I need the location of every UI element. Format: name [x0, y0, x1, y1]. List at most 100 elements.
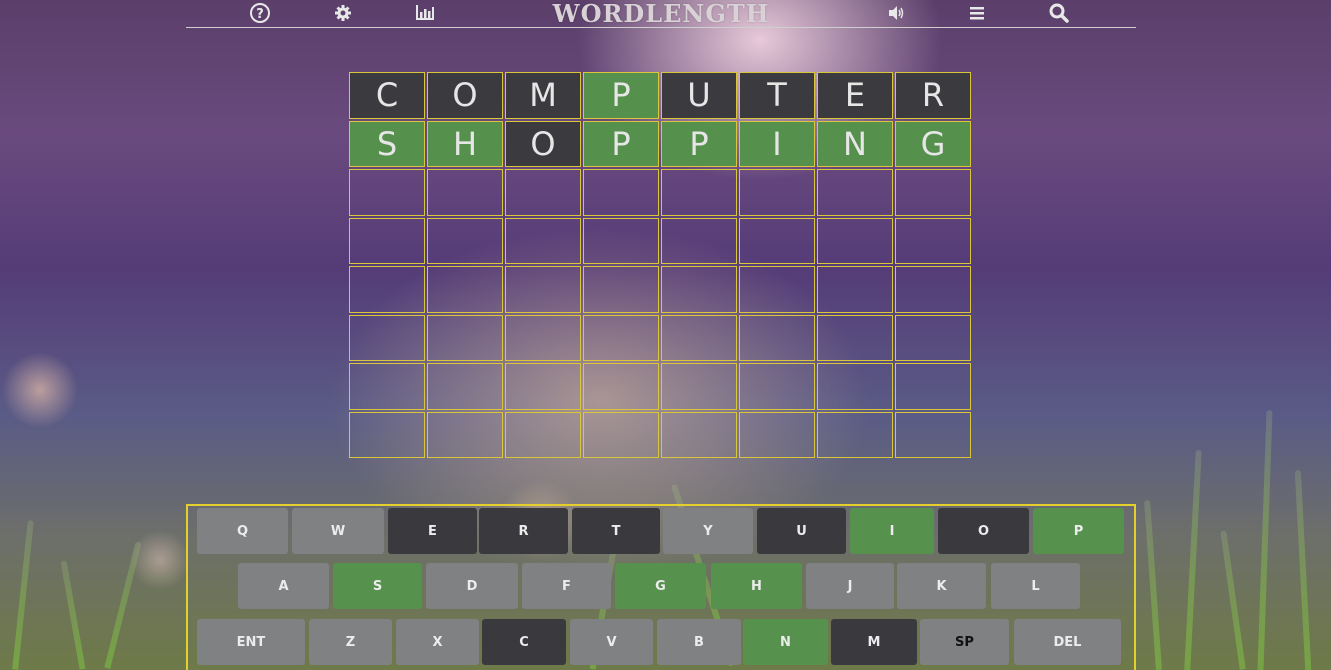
board-tile	[583, 169, 659, 216]
board-row: SHOPPING	[349, 120, 973, 167]
board-tile	[895, 169, 971, 216]
key-z[interactable]: Z	[309, 619, 392, 665]
key-f[interactable]: F	[522, 563, 611, 609]
board-tile: P	[661, 120, 737, 167]
enter-key[interactable]: ENT	[197, 619, 305, 665]
board-tile	[817, 169, 893, 216]
board-tile	[739, 266, 815, 313]
key-n[interactable]: N	[743, 619, 828, 665]
board-tile	[817, 411, 893, 458]
board-tile	[895, 363, 971, 410]
key-v[interactable]: V	[570, 619, 653, 665]
board-tile	[583, 363, 659, 410]
board-tile	[661, 169, 737, 216]
key-h[interactable]: H	[711, 563, 802, 609]
board-tile: P	[583, 120, 659, 167]
board-tile	[427, 314, 503, 361]
key-u[interactable]: U	[757, 508, 846, 554]
board-tile	[583, 266, 659, 313]
board-tile: H	[427, 120, 503, 167]
board-tile	[505, 169, 581, 216]
key-w[interactable]: W	[292, 508, 384, 554]
board-tile	[661, 314, 737, 361]
board-tile	[505, 217, 581, 264]
board-row	[349, 411, 973, 458]
board-tile	[505, 363, 581, 410]
key-i[interactable]: I	[850, 508, 934, 554]
key-a[interactable]: A	[238, 563, 329, 609]
board-tile: O	[505, 120, 581, 167]
board-tile	[349, 169, 425, 216]
key-x[interactable]: X	[396, 619, 479, 665]
board-tile	[895, 266, 971, 313]
game-title: WORDLENGTH	[552, 0, 770, 28]
key-c[interactable]: C	[482, 619, 566, 665]
board-tile	[739, 314, 815, 361]
board-tile	[739, 411, 815, 458]
key-d[interactable]: D	[426, 563, 518, 609]
game-board: COMPUTERSHOPPING	[349, 72, 973, 460]
space-key[interactable]: SP	[920, 619, 1009, 665]
board-row: COMPUTER	[349, 72, 973, 119]
board-tile: C	[349, 72, 425, 119]
board-tile	[427, 363, 503, 410]
key-e[interactable]: E	[388, 508, 477, 554]
board-tile: R	[895, 72, 971, 119]
board-tile: S	[349, 120, 425, 167]
board-tile	[349, 363, 425, 410]
board-tile	[895, 411, 971, 458]
key-l[interactable]: L	[991, 563, 1080, 609]
board-tile: U	[661, 72, 737, 119]
key-t[interactable]: T	[572, 508, 660, 554]
board-tile: O	[427, 72, 503, 119]
search-icon[interactable]	[1048, 2, 1070, 24]
board-row	[349, 314, 973, 361]
board-tile	[817, 314, 893, 361]
board-tile: E	[817, 72, 893, 119]
key-b[interactable]: B	[657, 619, 741, 665]
key-q[interactable]: Q	[197, 508, 288, 554]
board-row	[349, 363, 973, 410]
key-p[interactable]: P	[1033, 508, 1124, 554]
delete-key[interactable]: DEL	[1014, 619, 1121, 665]
menu-icon[interactable]	[966, 2, 988, 24]
board-tile	[349, 266, 425, 313]
key-o[interactable]: O	[938, 508, 1029, 554]
board-tile	[661, 411, 737, 458]
board-tile	[739, 217, 815, 264]
board-tile	[895, 217, 971, 264]
board-tile	[427, 217, 503, 264]
board-row	[349, 169, 973, 216]
board-tile	[349, 217, 425, 264]
board-tile	[349, 411, 425, 458]
board-tile	[661, 217, 737, 264]
key-j[interactable]: J	[806, 563, 894, 609]
key-r[interactable]: R	[479, 508, 568, 554]
key-y[interactable]: Y	[663, 508, 753, 554]
key-g[interactable]: G	[615, 563, 706, 609]
board-row	[349, 217, 973, 264]
sound-icon[interactable]	[885, 2, 907, 24]
board-tile	[505, 314, 581, 361]
board-tile	[427, 169, 503, 216]
key-m[interactable]: M	[831, 619, 917, 665]
board-tile	[427, 266, 503, 313]
board-tile	[817, 266, 893, 313]
board-tile: G	[895, 120, 971, 167]
board-tile: I	[739, 120, 815, 167]
board-tile	[583, 411, 659, 458]
board-tile: P	[583, 72, 659, 119]
board-tile	[895, 314, 971, 361]
header-bar: ? WORDLENGTH	[186, 0, 1136, 28]
board-tile	[505, 266, 581, 313]
key-s[interactable]: S	[333, 563, 422, 609]
board-tile	[661, 266, 737, 313]
board-tile: N	[817, 120, 893, 167]
board-tile	[583, 217, 659, 264]
key-k[interactable]: K	[897, 563, 986, 609]
board-tile	[505, 411, 581, 458]
board-tile	[349, 314, 425, 361]
board-tile	[739, 169, 815, 216]
board-tile	[661, 363, 737, 410]
on-screen-keyboard: Q W E R T Y U I O P A S D F G H J K L ENT Z X C V B N M SP DEL	[186, 504, 1136, 670]
